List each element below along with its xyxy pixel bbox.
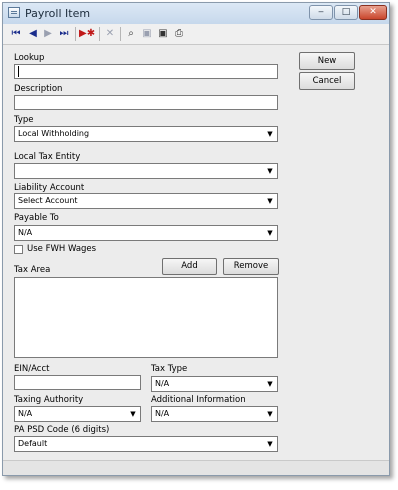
pa-psd-code-value: Default <box>18 439 48 448</box>
toolbar-separator <box>75 27 76 41</box>
local-tax-entity-label: Local Tax Entity <box>14 152 81 162</box>
new-record-icon[interactable]: ▶✱ <box>79 27 95 41</box>
maximize-button[interactable]: □ <box>334 5 358 20</box>
taxing-authority-select[interactable]: N/A ▼ <box>14 406 141 422</box>
lookup-label: Lookup <box>14 53 45 63</box>
minimize-button[interactable]: ‒ <box>309 5 333 20</box>
use-fwh-wages-label: Use FWH Wages <box>27 244 97 254</box>
tax-area-label: Tax Area <box>14 265 51 275</box>
liability-account-label: Liability Account <box>14 183 85 193</box>
use-fwh-wages-checkbox[interactable] <box>14 245 23 254</box>
window-title: Payroll Item <box>25 7 91 20</box>
cancel-button[interactable]: Cancel <box>299 72 355 90</box>
toolbar-separator <box>99 27 100 41</box>
additional-information-label: Additional Information <box>151 395 246 405</box>
liability-account-value: Select Account <box>18 196 78 205</box>
lookup-input[interactable] <box>14 64 278 79</box>
tax-type-label: Tax Type <box>151 364 188 374</box>
toolbar-separator <box>120 27 121 41</box>
taxing-authority-label: Taxing Authority <box>14 395 84 405</box>
status-bar <box>3 460 389 475</box>
additional-information-value: N/A <box>155 409 170 418</box>
tax-type-value: N/A <box>155 379 170 388</box>
app-icon <box>8 7 20 18</box>
liability-account-select[interactable]: Select Account ▼ <box>14 193 278 209</box>
save-close-icon[interactable]: ▣ <box>156 27 170 41</box>
description-label: Description <box>14 84 63 94</box>
find-icon[interactable]: ⌕ <box>124 27 138 41</box>
next-record-icon[interactable]: ▶ <box>41 27 55 41</box>
remove-tax-area-button[interactable]: Remove <box>223 258 279 275</box>
chevron-down-icon[interactable]: ▼ <box>263 407 277 421</box>
chevron-down-icon[interactable]: ▼ <box>263 127 277 141</box>
pa-psd-code-label: PA PSD Code (6 digits) <box>14 425 110 435</box>
additional-information-select[interactable]: N/A ▼ <box>151 406 278 422</box>
description-input[interactable] <box>14 95 278 110</box>
chevron-down-icon[interactable]: ▼ <box>263 377 277 391</box>
chevron-down-icon[interactable]: ▼ <box>263 437 277 451</box>
type-label: Type <box>14 115 34 125</box>
payable-to-select[interactable]: N/A ▼ <box>14 225 278 241</box>
tax-type-select[interactable]: N/A ▼ <box>151 376 278 392</box>
local-tax-entity-select[interactable]: ▼ <box>14 163 278 179</box>
title-bar[interactable]: Payroll Item ‒ □ ✕ <box>3 3 389 25</box>
chevron-down-icon[interactable]: ▼ <box>263 226 277 240</box>
ein-acct-label: EIN/Acct <box>14 364 50 374</box>
print-icon[interactable]: ⎙ <box>172 27 186 41</box>
taxing-authority-value: N/A <box>18 409 33 418</box>
chevron-down-icon[interactable]: ▼ <box>263 194 277 208</box>
first-record-icon[interactable]: ⏮ <box>9 27 23 41</box>
delete-icon[interactable]: ✕ <box>103 27 117 41</box>
payable-to-value: N/A <box>18 228 33 237</box>
tax-area-list[interactable] <box>14 277 278 358</box>
toolbar: ⏮ ◀ ▶ ⏭ ▶✱ ✕ ⌕ ▣ ▣ ⎙ <box>3 24 389 45</box>
add-tax-area-button[interactable]: Add <box>162 258 217 275</box>
save-icon[interactable]: ▣ <box>140 27 154 41</box>
close-button[interactable]: ✕ <box>359 5 387 20</box>
chevron-down-icon[interactable]: ▼ <box>126 407 140 421</box>
previous-record-icon[interactable]: ◀ <box>26 27 40 41</box>
text-caret <box>18 65 19 77</box>
payable-to-label: Payable To <box>14 213 59 223</box>
chevron-down-icon[interactable]: ▼ <box>263 164 277 178</box>
payroll-item-window: Payroll Item ‒ □ ✕ ⏮ ◀ ▶ ⏭ ▶✱ ✕ ⌕ ▣ ▣ ⎙ … <box>2 2 390 476</box>
type-select[interactable]: Local Withholding ▼ <box>14 126 278 142</box>
pa-psd-code-select[interactable]: Default ▼ <box>14 436 278 452</box>
new-button[interactable]: New <box>299 52 355 70</box>
type-value: Local Withholding <box>18 129 90 138</box>
ein-acct-input[interactable] <box>14 375 141 390</box>
last-record-icon[interactable]: ⏭ <box>57 27 71 41</box>
